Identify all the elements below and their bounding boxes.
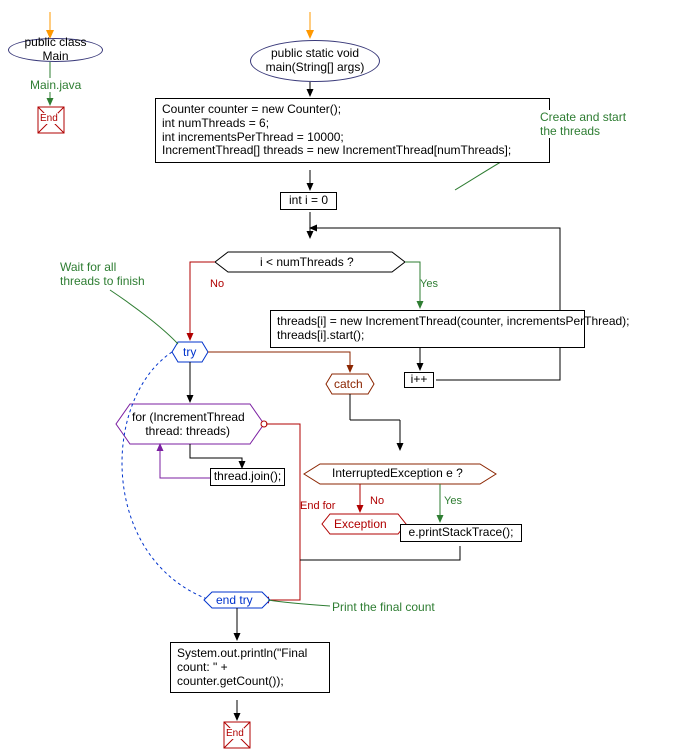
class-decl-node: public class Main bbox=[8, 38, 103, 62]
loop-body-box: threads[i] = new IncrementThread(counter… bbox=[270, 310, 585, 348]
catch-cond-text: InterruptedException e ? bbox=[332, 466, 463, 480]
condition-text: i < numThreads ? bbox=[260, 255, 354, 269]
catch-label: catch bbox=[334, 377, 363, 391]
method-decl-text: public static void main(String[] args) bbox=[266, 47, 365, 75]
no-label-1: No bbox=[210, 278, 224, 290]
print-box: System.out.println("Final count: " + cou… bbox=[170, 642, 330, 693]
incr-box: i++ bbox=[404, 372, 434, 388]
comment-print-final: Print the final count bbox=[332, 600, 435, 614]
init-block: Counter counter = new Counter(); int num… bbox=[155, 98, 550, 163]
end-label-left: End bbox=[40, 113, 58, 124]
yes-label-1: Yes bbox=[420, 278, 438, 290]
no-label-2: No bbox=[370, 495, 384, 507]
end-label-main: End bbox=[226, 728, 244, 739]
comment-wait-all: Wait for all threads to finish bbox=[60, 260, 145, 288]
yes-label-2: Yes bbox=[444, 495, 462, 507]
class-decl-text: public class Main bbox=[13, 36, 98, 64]
for-each-label: for (IncrementThread thread: threads) bbox=[132, 410, 245, 438]
endtry-label: end try bbox=[216, 593, 253, 607]
class-file-comment: Main.java bbox=[30, 78, 81, 92]
join-box: thread.join(); bbox=[210, 468, 285, 486]
catch-body-box: e.printStackTrace(); bbox=[400, 524, 522, 542]
exception-label: Exception bbox=[334, 517, 387, 531]
loop-init-box: int i = 0 bbox=[280, 192, 337, 210]
comment-end-for: End for bbox=[300, 500, 335, 512]
method-decl-node: public static void main(String[] args) bbox=[250, 40, 380, 82]
comment-create-start: Create and start the threads bbox=[540, 110, 626, 138]
try-label: try bbox=[183, 345, 196, 359]
